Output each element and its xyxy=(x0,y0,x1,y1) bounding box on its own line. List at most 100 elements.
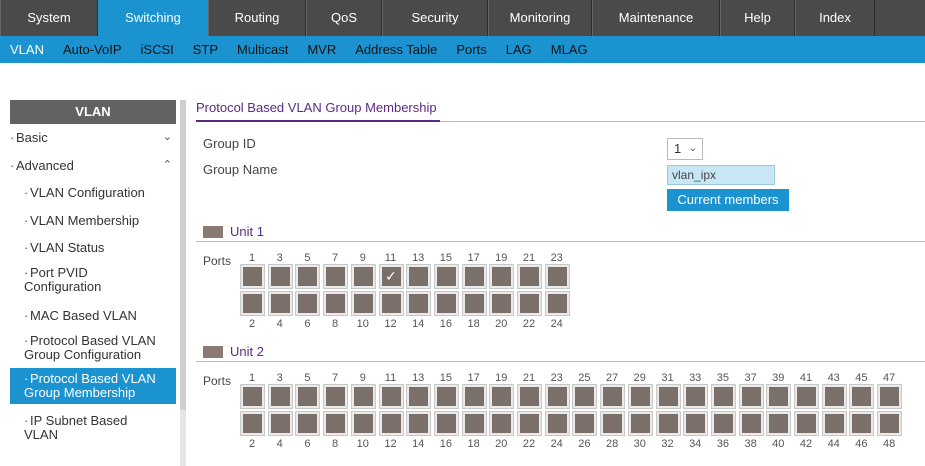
port-36[interactable] xyxy=(710,411,736,436)
sidebar-item-vlan-membership[interactable]: · VLAN Membership xyxy=(10,213,176,228)
port-2[interactable] xyxy=(240,291,265,316)
topnav-qos[interactable]: QoS xyxy=(306,0,382,36)
port-43[interactable] xyxy=(821,384,847,409)
port-28[interactable] xyxy=(600,411,626,436)
port-4[interactable] xyxy=(267,411,293,436)
sidebar-item-vlan-configuration[interactable]: · VLAN Configuration xyxy=(10,185,176,200)
subnav-stp[interactable]: STP xyxy=(193,36,218,63)
sidebar-item-advanced[interactable]: · Advanced ⌃ xyxy=(10,158,176,173)
port-11[interactable] xyxy=(378,384,404,409)
port-15[interactable] xyxy=(433,264,459,289)
topnav-monitoring[interactable]: Monitoring xyxy=(488,0,592,36)
sidebar-scrollbar[interactable] xyxy=(180,100,186,466)
port-19[interactable] xyxy=(489,384,515,409)
port-48[interactable] xyxy=(877,411,903,436)
port-31[interactable] xyxy=(655,384,681,409)
port-30[interactable] xyxy=(627,411,653,436)
port-21[interactable] xyxy=(517,384,542,409)
port-10[interactable] xyxy=(350,411,376,436)
topnav-routing[interactable]: Routing xyxy=(208,0,306,36)
port-25[interactable] xyxy=(572,384,598,409)
port-24[interactable] xyxy=(544,411,570,436)
port-22[interactable] xyxy=(517,411,542,436)
port-15[interactable] xyxy=(433,384,459,409)
port-24[interactable] xyxy=(544,291,570,316)
group-name-input[interactable] xyxy=(667,165,775,185)
port-44[interactable] xyxy=(821,411,847,436)
port-22[interactable] xyxy=(517,291,542,316)
port-21[interactable] xyxy=(517,264,542,289)
port-13[interactable] xyxy=(406,384,432,409)
port-20[interactable] xyxy=(489,411,515,436)
port-8[interactable] xyxy=(323,291,349,316)
sidebar-item-protocol-group-config[interactable]: · Protocol Based VLAN Group Configuration xyxy=(10,334,176,362)
subnav-iscsi[interactable]: iSCSI xyxy=(141,36,174,63)
sidebar-item-port-pvid[interactable]: · Port PVID Configuration xyxy=(10,266,160,294)
subnav-auto-voip[interactable]: Auto-VoIP xyxy=(63,36,122,63)
port-3[interactable] xyxy=(267,384,293,409)
subnav-vlan[interactable]: VLAN xyxy=(10,36,44,63)
sidebar-item-basic[interactable]: · Basic ⌄ xyxy=(10,130,176,145)
port-5[interactable] xyxy=(295,264,321,289)
port-3[interactable] xyxy=(267,264,293,289)
topnav-help[interactable]: Help xyxy=(720,0,795,36)
port-23[interactable] xyxy=(544,384,570,409)
port-27[interactable] xyxy=(600,384,626,409)
port-14[interactable] xyxy=(406,291,432,316)
port-16[interactable] xyxy=(433,291,459,316)
port-16[interactable] xyxy=(433,411,459,436)
port-20[interactable] xyxy=(489,291,515,316)
port-18[interactable] xyxy=(461,291,487,316)
port-26[interactable] xyxy=(572,411,598,436)
port-2[interactable] xyxy=(240,411,265,436)
port-45[interactable] xyxy=(849,384,875,409)
group-id-select[interactable]: 1 ⌄ xyxy=(667,138,703,160)
port-46[interactable] xyxy=(849,411,875,436)
subnav-multicast[interactable]: Multicast xyxy=(237,36,288,63)
port-47[interactable] xyxy=(877,384,903,409)
subnav-mvr[interactable]: MVR xyxy=(307,36,336,63)
port-34[interactable] xyxy=(683,411,709,436)
port-41[interactable] xyxy=(794,384,819,409)
port-5[interactable] xyxy=(295,384,321,409)
scrollbar-thumb[interactable] xyxy=(180,100,186,410)
port-18[interactable] xyxy=(461,411,487,436)
subnav-mlag[interactable]: MLAG xyxy=(551,36,588,63)
subnav-lag[interactable]: LAG xyxy=(506,36,532,63)
subnav-address-table[interactable]: Address Table xyxy=(355,36,437,63)
sidebar-item-protocol-group-membership[interactable]: · Protocol Based VLAN Group Membership xyxy=(10,368,176,404)
port-11[interactable]: ✓ xyxy=(378,264,404,289)
port-13[interactable] xyxy=(406,264,432,289)
sidebar-item-vlan-status[interactable]: · VLAN Status xyxy=(10,240,176,255)
port-9[interactable] xyxy=(350,384,376,409)
port-6[interactable] xyxy=(295,411,321,436)
port-37[interactable] xyxy=(738,384,764,409)
port-7[interactable] xyxy=(323,384,349,409)
port-12[interactable] xyxy=(378,411,404,436)
port-19[interactable] xyxy=(489,264,515,289)
topnav-maintenance[interactable]: Maintenance xyxy=(592,0,720,36)
port-42[interactable] xyxy=(794,411,819,436)
port-39[interactable] xyxy=(766,384,792,409)
port-17[interactable] xyxy=(461,384,487,409)
port-32[interactable] xyxy=(655,411,681,436)
current-members-button[interactable]: Current members xyxy=(667,189,789,211)
port-12[interactable] xyxy=(378,291,404,316)
port-29[interactable] xyxy=(627,384,653,409)
port-8[interactable] xyxy=(323,411,349,436)
subnav-ports[interactable]: Ports xyxy=(456,36,486,63)
port-1[interactable] xyxy=(240,384,265,409)
port-14[interactable] xyxy=(406,411,432,436)
port-35[interactable] xyxy=(710,384,736,409)
topnav-system[interactable]: System xyxy=(0,0,98,36)
port-4[interactable] xyxy=(267,291,293,316)
topnav-index[interactable]: Index xyxy=(795,0,875,36)
port-40[interactable] xyxy=(766,411,792,436)
port-23[interactable] xyxy=(544,264,570,289)
port-7[interactable] xyxy=(323,264,349,289)
port-1[interactable] xyxy=(240,264,265,289)
port-38[interactable] xyxy=(738,411,764,436)
port-17[interactable] xyxy=(461,264,487,289)
port-9[interactable] xyxy=(350,264,376,289)
sidebar-item-mac-based-vlan[interactable]: · MAC Based VLAN xyxy=(10,308,176,323)
